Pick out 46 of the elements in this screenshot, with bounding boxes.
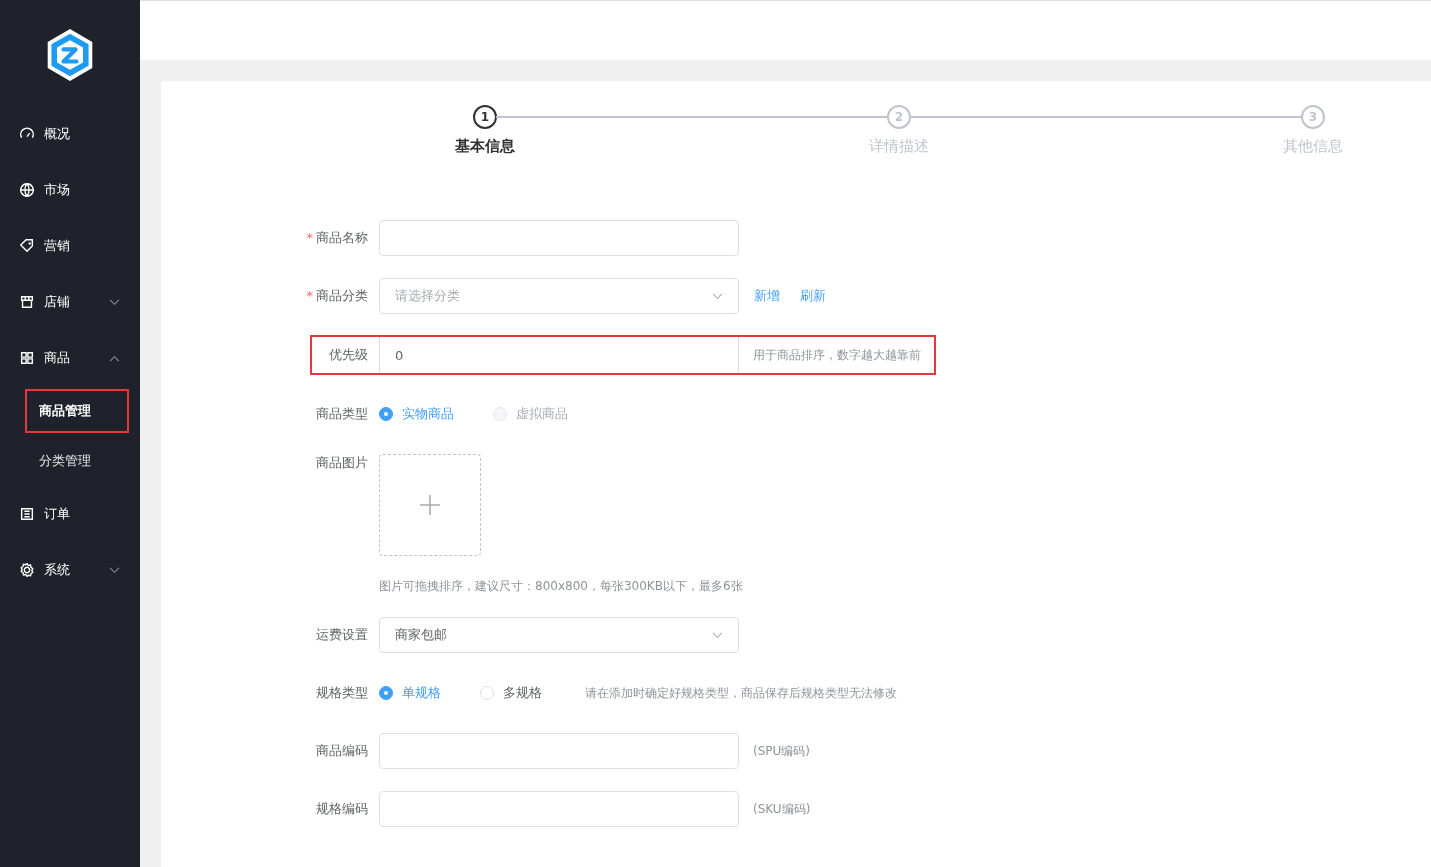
field-label: 运费设置	[316, 626, 368, 644]
chevron-down-icon	[712, 292, 723, 300]
select-field[interactable]: 商家包邮	[379, 617, 739, 653]
nav-item[interactable]: 订单	[0, 486, 140, 542]
field-label: 商品编码	[316, 742, 368, 760]
plus-icon	[420, 495, 440, 515]
step-number: 2	[887, 105, 911, 129]
radio-option[interactable]: 多规格	[480, 684, 542, 702]
step-number: 3	[1301, 105, 1325, 129]
nav-item[interactable]: 营销	[0, 218, 140, 274]
step-label: 基本信息	[455, 137, 515, 156]
nav-icon	[19, 506, 35, 522]
field-note: (SPU编码)	[753, 742, 810, 760]
nav-icon	[19, 562, 35, 578]
nav-icon	[19, 182, 35, 198]
nav-icon	[19, 350, 35, 366]
upload-tip: 图片可拖拽排序，建议尺寸：800x800，每张300KB以下，最多6张	[379, 578, 743, 595]
step-label: 其他信息	[1283, 137, 1343, 156]
input-field[interactable]	[379, 791, 739, 827]
nav-icon	[19, 294, 35, 310]
nav-item[interactable]: 店铺	[0, 274, 140, 330]
step-number: 1	[473, 105, 497, 129]
step-label: 详情描述	[869, 137, 929, 156]
input-field[interactable]	[379, 220, 739, 256]
field-label: 规格编码	[316, 800, 368, 818]
nav-subitem[interactable]: 商品管理	[25, 389, 129, 433]
field-label: 商品名称	[316, 229, 368, 247]
nav-item[interactable]: 市场	[0, 162, 140, 218]
required-mark: *	[306, 230, 313, 245]
field-label: 商品图片	[316, 454, 368, 472]
required-mark: *	[306, 288, 313, 303]
nav-item[interactable]: 系统	[0, 542, 140, 598]
field-hint: 请在添加时确定好规格类型，商品保存后规格类型无法修改	[585, 684, 897, 702]
nav-item[interactable]: 概况	[0, 106, 140, 162]
upload-area[interactable]	[379, 454, 481, 556]
field-label: 优先级	[329, 346, 368, 364]
input-append-hint: 用于商品排序，数字越大越靠前	[752, 346, 922, 364]
chevron-down-icon	[712, 631, 723, 639]
input-field[interactable]	[379, 733, 739, 769]
nav-subitem[interactable]: 分类管理	[0, 436, 129, 486]
field-note: (SKU编码)	[753, 800, 811, 818]
nav-item[interactable]: 商品	[0, 330, 140, 386]
nav-icon	[19, 238, 35, 254]
field-label: 商品类型	[316, 405, 368, 423]
field-label: 规格类型	[316, 684, 368, 702]
field-label: 商品分类	[316, 287, 368, 305]
